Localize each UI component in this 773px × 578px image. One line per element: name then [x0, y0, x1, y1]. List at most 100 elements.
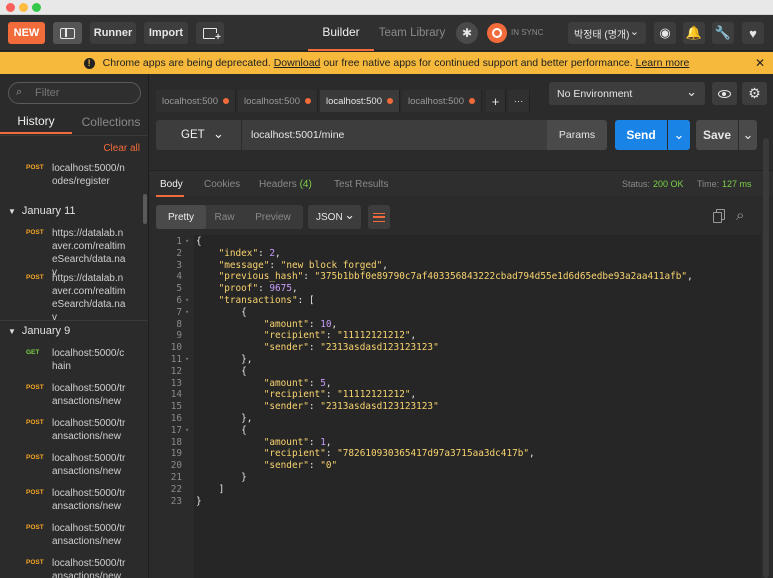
sidebar-scrollbar[interactable]: [143, 194, 147, 224]
sidebar-layout-icon: [60, 27, 75, 39]
filter-input[interactable]: ⌕ Filter: [8, 82, 141, 104]
chevron-down-icon: ⌄: [344, 207, 355, 222]
request-tab[interactable]: localhost:500: [402, 90, 482, 112]
sync-status-icon[interactable]: [487, 23, 507, 43]
request-tab-active[interactable]: localhost:500: [320, 90, 400, 112]
wrap-lines-button[interactable]: [368, 205, 390, 229]
unsaved-dot: [305, 98, 311, 104]
settings-button[interactable]: 🔧: [712, 22, 734, 44]
user-menu[interactable]: 박정태 (명개) ⌄: [568, 22, 646, 44]
json-line: "message": "new block forged",: [218, 259, 388, 271]
request-tab[interactable]: localhost:500: [238, 90, 318, 112]
save-options-button[interactable]: ⌄: [739, 120, 757, 150]
minimize-window-button[interactable]: [19, 3, 28, 12]
sidebar-toggle-button[interactable]: [53, 22, 82, 44]
request-tab[interactable]: localhost:500: [156, 90, 236, 112]
manage-environments-button[interactable]: ⚙: [742, 82, 767, 105]
view-raw-button[interactable]: Raw: [206, 205, 243, 229]
eye-icon: [718, 89, 731, 98]
date-group-header[interactable]: ▼ January 9: [8, 325, 70, 337]
headers-count: (4): [299, 179, 312, 190]
banner-text: Chrome apps are being deprecated.: [102, 57, 271, 69]
json-line: "recipient": "782610930365417d97a3715aa3…: [263, 448, 535, 460]
json-line: },: [196, 354, 253, 365]
main-scrollbar[interactable]: [763, 138, 769, 578]
divider: [0, 320, 148, 321]
import-button[interactable]: Import: [144, 22, 188, 44]
wrap-icon: [373, 212, 385, 222]
settings-sync-button[interactable]: ◉: [654, 22, 676, 44]
json-line: "recipient": "11112121212",: [263, 389, 417, 401]
method-value: GET: [181, 129, 205, 141]
bell-icon: 🔔: [685, 25, 703, 40]
tab-test-results[interactable]: Test Results: [334, 179, 388, 190]
new-window-icon: +: [203, 27, 221, 43]
chevron-down-icon: ⌄: [686, 84, 697, 99]
search-icon[interactable]: ⌕: [736, 207, 744, 224]
request-url: https://datalab.naver.com/realtimeSearch…: [52, 273, 126, 323]
format-select[interactable]: JSON ⌄: [308, 205, 361, 229]
tab-options-button[interactable]: ···: [508, 90, 530, 112]
maximize-window-button[interactable]: [32, 3, 41, 12]
json-line: "previous_hash": "375b1bbf0e89790c7af403…: [218, 271, 693, 283]
request-url: localhost:5000/transactions/new: [52, 418, 126, 442]
notifications-button[interactable]: 🔔: [683, 22, 705, 44]
json-line: "transactions": [: [218, 295, 315, 306]
time-value[interactable]: 127 ms: [722, 179, 752, 189]
view-pretty-button[interactable]: Pretty: [156, 205, 206, 229]
request-url: localhost:5000/transactions/new: [52, 558, 126, 578]
interceptor-button[interactable]: ✱: [456, 22, 478, 44]
url-input[interactable]: localhost:5001/mine: [251, 129, 344, 141]
json-line: },: [196, 413, 253, 424]
save-button[interactable]: Save: [696, 120, 738, 150]
tab-history[interactable]: History: [0, 110, 72, 134]
tab-cookies[interactable]: Cookies: [204, 179, 240, 190]
send-button[interactable]: Send: [615, 120, 667, 150]
time-label: Time:: [697, 179, 720, 189]
method-badge: POST: [26, 559, 44, 566]
clear-all-button[interactable]: Clear all: [103, 143, 140, 154]
favorites-button[interactable]: ♥: [742, 22, 764, 44]
tab-team-library[interactable]: Team Library: [378, 15, 446, 51]
add-tab-button[interactable]: +: [486, 90, 506, 112]
json-line: }: [196, 495, 202, 507]
status-value[interactable]: 200 OK: [653, 179, 684, 189]
view-preview-button[interactable]: Preview: [247, 205, 299, 229]
tab-body[interactable]: Body: [160, 179, 183, 190]
tab-collections[interactable]: Collections: [74, 110, 148, 134]
method-badge: POST: [26, 229, 44, 236]
method-badge: POST: [26, 419, 44, 426]
method-select[interactable]: GET ⌄: [156, 120, 242, 150]
request-url: localhost:5000/transactions/new: [52, 453, 126, 477]
filter-placeholder: Filter: [35, 87, 60, 99]
deprecation-banner: ! Chrome apps are being deprecated. Down…: [0, 52, 773, 74]
gear-icon: ⚙: [748, 85, 761, 101]
runner-button[interactable]: Runner: [90, 22, 136, 44]
environment-select[interactable]: No Environment ⌄: [549, 82, 705, 105]
active-tab-indicator: [156, 195, 184, 197]
response-body-editor[interactable]: 1 2 3 4 5 6 7 8 9 10 11 12 13 14 15 16 1…: [156, 235, 761, 578]
close-window-button[interactable]: [6, 3, 15, 12]
tab-headers-label: Headers: [259, 179, 297, 190]
sidebar: ⌕ Filter History Collections Clear all P…: [0, 74, 149, 578]
chevron-down-icon: ⌄: [673, 127, 685, 142]
new-window-button[interactable]: +: [196, 22, 224, 44]
download-link[interactable]: Download: [274, 57, 321, 69]
close-icon[interactable]: ✕: [755, 56, 765, 70]
params-button[interactable]: Params: [547, 120, 607, 150]
send-options-button[interactable]: ⌄: [668, 120, 690, 150]
date-group-header[interactable]: ▼ January 11: [8, 205, 76, 217]
chevron-down-icon: ⌄: [742, 127, 754, 142]
unsaved-dot: [469, 98, 475, 104]
environment-quick-look-button[interactable]: [712, 82, 737, 105]
tab-builder[interactable]: Builder: [308, 15, 374, 51]
copy-icon[interactable]: [713, 209, 725, 223]
caret-down-icon: ▼: [8, 327, 16, 336]
unsaved-dot: [387, 98, 393, 104]
tab-headers[interactable]: Headers (4): [259, 179, 312, 190]
learn-more-link[interactable]: Learn more: [636, 57, 690, 69]
environment-value: No Environment: [557, 87, 633, 100]
line-numbers: 1 2 3 4 5 6 7 8 9 10 11 12 13 14 15 16 1…: [170, 236, 182, 507]
chevron-down-icon: ⌄: [629, 26, 639, 38]
new-button[interactable]: NEW: [8, 22, 45, 44]
